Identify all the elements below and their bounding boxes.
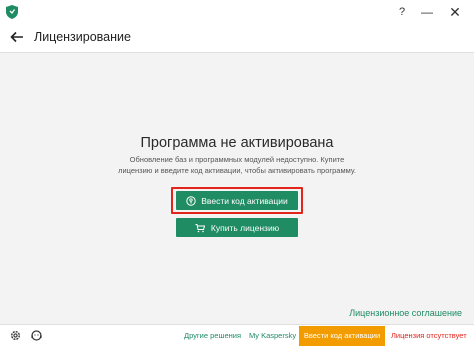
status-heading: Программа не активирована [140,135,334,151]
page-title: Лицензирование [34,30,131,44]
main-content: Программа не активирована Обновление баз… [0,52,474,325]
license-status: Лицензия отсутствует [391,331,467,340]
kaspersky-shield-icon [6,5,18,19]
footer-bar: Другие решения My Kaspersky Ввести код а… [0,324,474,347]
footer-activate-button[interactable]: Ввести код активации [299,326,385,346]
other-solutions-link[interactable]: Другие решения [184,331,241,340]
license-agreement-link[interactable]: Лицензионное соглашение [349,308,462,318]
help-button[interactable]: ? [393,3,411,21]
my-kaspersky-link[interactable]: My Kaspersky [249,331,296,340]
enter-activation-code-button[interactable]: Ввести код активации [176,191,298,210]
support-icon[interactable] [30,329,43,342]
buy-license-label: Купить лицензию [210,222,280,233]
cart-icon [195,223,205,232]
gear-icon[interactable] [9,329,22,342]
minimize-button[interactable]: — [418,3,436,21]
enter-activation-code-label: Ввести код активации [201,195,288,206]
title-bar: ? — ✕ [0,0,474,24]
close-button[interactable]: ✕ [446,3,464,21]
description-line-2: лицензию и введите код активации, чтобы … [118,166,356,175]
buy-license-button[interactable]: Купить лицензию [176,218,298,237]
description-line-1: Обновление баз и программных модулей нед… [129,155,345,164]
key-circle-icon [186,195,196,206]
back-arrow-icon[interactable] [8,28,26,46]
page-header: Лицензирование [0,24,474,52]
status-description: Обновление баз и программных модулей нед… [0,154,474,176]
